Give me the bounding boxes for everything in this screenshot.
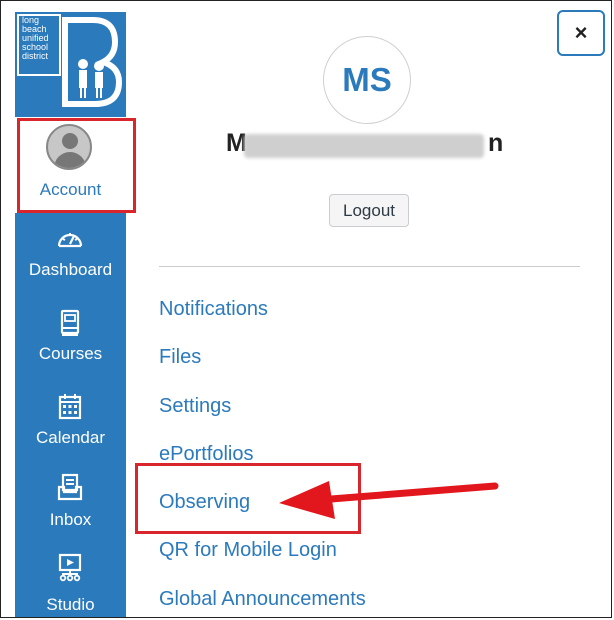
link-notifications[interactable]: Notifications: [159, 298, 268, 321]
sidebar-item-label: Inbox: [49, 510, 92, 529]
divider: [159, 266, 580, 267]
close-button[interactable]: ×: [557, 10, 605, 56]
sidebar-item-inbox[interactable]: Inbox: [15, 472, 126, 552]
sidebar-item-courses[interactable]: Courses: [15, 308, 126, 388]
screenshot-frame: long beach unified school district Accou…: [0, 0, 612, 618]
sidebar-item-label: Dashboard: [28, 260, 113, 279]
dashboard-gauge-icon: [57, 233, 83, 248]
district-logo[interactable]: long beach unified school district: [15, 12, 126, 115]
redacted-name-blur: [244, 134, 484, 158]
sidebar-item-calendar[interactable]: Calendar: [15, 392, 126, 472]
link-settings[interactable]: Settings: [159, 395, 231, 418]
link-files[interactable]: Files: [159, 346, 201, 369]
sidebar-item-label: Courses: [38, 344, 103, 363]
annotation-box-account: [17, 118, 136, 213]
studio-icon: [58, 553, 82, 582]
inbox-icon: [57, 473, 83, 501]
link-global-announcements[interactable]: Global Announcements: [159, 588, 366, 611]
annotation-arrow-icon: [279, 481, 499, 519]
book-icon: [60, 309, 80, 336]
logo-line: district: [22, 51, 49, 61]
logo-text: long beach unified school district: [22, 16, 49, 61]
calendar-icon: [58, 394, 82, 420]
global-nav-sidebar: long beach unified school district Accou…: [15, 12, 126, 617]
sidebar-item-studio[interactable]: Studio: [15, 552, 126, 617]
user-name-end: n: [488, 129, 504, 157]
user-avatar: MS: [323, 36, 411, 124]
sidebar-item-label: Calendar: [36, 428, 105, 447]
sidebar-item-label: Studio: [46, 595, 95, 614]
logout-button[interactable]: Logout: [329, 194, 409, 227]
link-qr-mobile-login[interactable]: QR for Mobile Login: [159, 539, 337, 562]
sidebar-item-dashboard[interactable]: Dashboard: [15, 224, 126, 304]
